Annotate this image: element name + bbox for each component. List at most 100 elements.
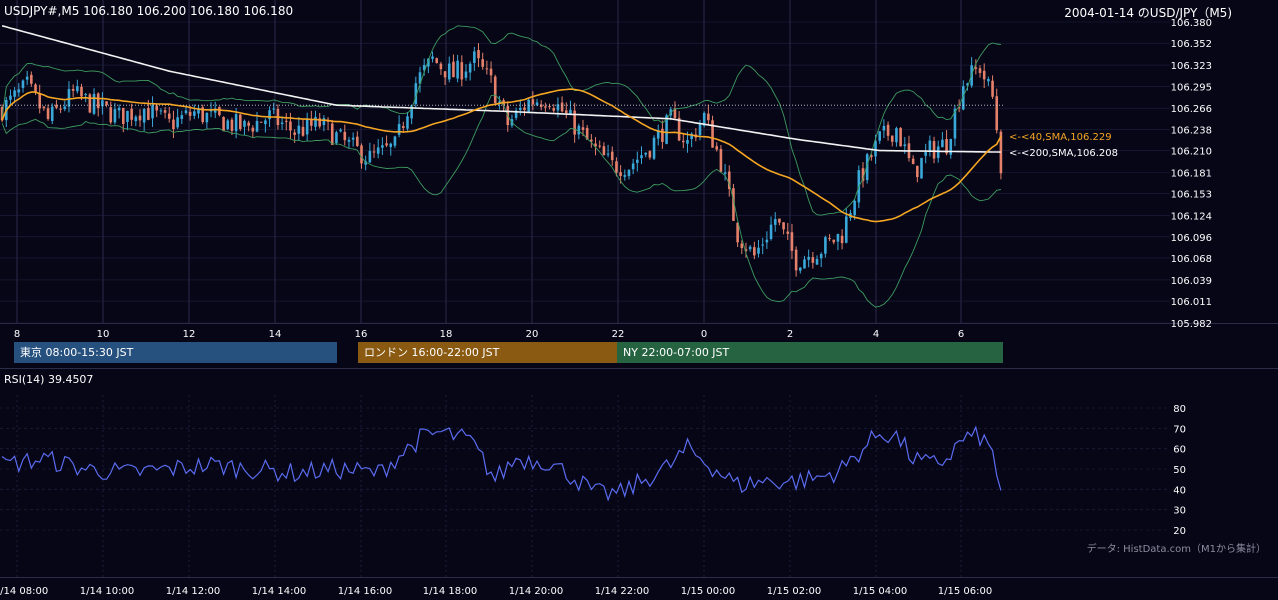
sma40-annotation: <-<40,SMA,106.229 [1009,132,1112,143]
hour-tick-label: 22 [612,329,625,340]
candle-body [778,218,781,223]
candle-body [230,119,234,131]
candle-body [916,165,919,178]
candle-body [890,135,894,142]
candle-body [393,136,397,146]
candle-body [376,147,380,154]
price-tick-label: 106.039 [1171,276,1212,287]
candle-body [13,90,16,97]
date-tick-label: 1/14 10:00 [80,586,134,597]
price-tick-label: 106.323 [1171,61,1212,72]
price-tick-label: 106.124 [1171,212,1212,223]
chart-canvas: 106.380106.352106.323106.295106.266106.2… [0,0,1278,597]
candle-body [293,132,296,135]
candle-body [456,60,459,79]
price-tick-label: 106.096 [1171,233,1212,244]
candle-body [347,139,351,142]
candle-body [598,145,602,147]
candle-body [619,172,622,176]
candle-body [443,71,447,78]
candle-body [385,143,388,146]
bollinger-upper [1,25,1001,216]
candle-body [401,126,405,128]
candle-body [151,105,154,119]
price-chart [0,43,1003,277]
candle-body [117,107,121,111]
candle-body [42,106,46,109]
candle-body [339,129,342,132]
rsi-chart [1,425,1002,502]
session-london: ロンドン 16:00-22:00 JST [358,342,617,363]
candle-body [627,169,631,177]
rsi-tick-label: 80 [1173,404,1186,415]
price-tick-label: 106.295 [1171,82,1212,93]
date-tick-label: 1/14 08:00 [0,586,48,597]
candle-body [167,113,171,119]
candle-body [493,76,497,104]
candle-body [255,120,259,132]
candle-body [560,102,564,112]
candle-body [723,172,727,174]
candle-body [435,58,439,63]
candle-body [63,106,67,110]
candle-body [80,86,83,97]
hour-tick-label: 4 [873,329,879,340]
candle-body [924,151,927,156]
candle-body [677,117,681,141]
candle-body [782,222,785,230]
candle-body [794,249,798,271]
candle-body [284,120,288,122]
candle-body [661,128,664,142]
candle-body [389,143,393,147]
candle-body [301,126,305,136]
data-credit: データ: HistData.com（M1から集計） [1086,544,1266,555]
candle-body [92,93,96,114]
candle-body [974,67,978,69]
candle-body [188,111,192,116]
candle-body [205,112,209,123]
candle-body [322,118,326,126]
candle-body [761,244,764,246]
candle-body [397,123,401,135]
candle-body [535,102,539,106]
candle-body [803,259,806,269]
candle-body [606,153,610,155]
candle-body [840,235,844,244]
candle-body [987,78,990,82]
candle-body [109,107,113,123]
candle-body [807,256,810,260]
candle-body [84,93,87,95]
candle-body [681,140,685,143]
candle-body [748,246,752,250]
date-tick-label: 1/15 02:00 [767,586,821,597]
candle-body [773,219,777,225]
candle-body [251,127,255,132]
indicator-overlays [0,25,1003,308]
grid-layer [0,0,1278,578]
hour-tick-label: 20 [526,329,539,340]
hour-tick-label: 8 [14,329,20,340]
candle-body [460,62,464,80]
rsi-tick-label: 20 [1173,526,1186,537]
hour-tick-label: 2 [787,329,793,340]
candle-body [811,257,815,263]
candle-body [552,108,556,111]
candle-body [652,137,656,159]
candle-body [581,127,585,130]
candle-body [715,146,719,150]
candle-body [832,239,836,243]
price-tick-label: 106.181 [1171,169,1212,180]
candle-body [719,149,723,172]
candle-body [707,113,710,121]
candle-body [544,106,547,108]
date-tick-label: 1/15 06:00 [938,586,992,597]
candle-body [519,107,522,111]
candle-body [239,114,242,129]
hour-tick-label: 12 [183,329,196,340]
candle-body [644,152,647,155]
candle-body [844,216,848,243]
candle-body [381,145,384,148]
rsi-tick-label: 50 [1173,465,1186,476]
date-tick-label: 1/15 04:00 [853,586,907,597]
candle-body [577,125,581,135]
